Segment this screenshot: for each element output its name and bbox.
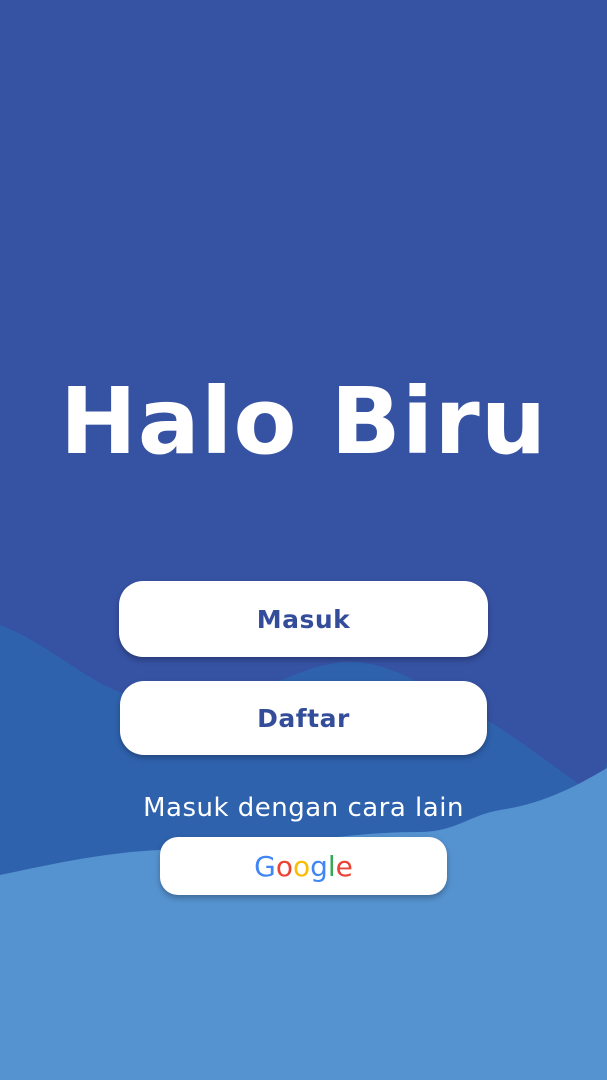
google-logo-icon: Google [254,850,353,883]
google-logo-letter: e [335,849,353,883]
google-logo-letter: o [292,849,311,883]
app-title: Halo Biru [59,368,548,475]
welcome-screen: Halo Biru Masuk Daftar Masuk dengan cara… [0,0,607,1080]
register-button[interactable]: Daftar [120,681,487,755]
alternate-login-label: Masuk dengan cara lain [143,793,464,823]
login-button-label: Masuk [256,604,351,634]
google-logo-letter: G [254,849,276,883]
google-logo-letter: l [327,849,336,883]
register-button-label: Daftar [257,703,350,733]
google-logo-letter: o [275,849,293,883]
google-logo-letter: g [310,849,328,883]
background-waves [0,625,607,1080]
google-login-button[interactable]: Google [160,837,447,895]
login-button[interactable]: Masuk [119,581,488,657]
